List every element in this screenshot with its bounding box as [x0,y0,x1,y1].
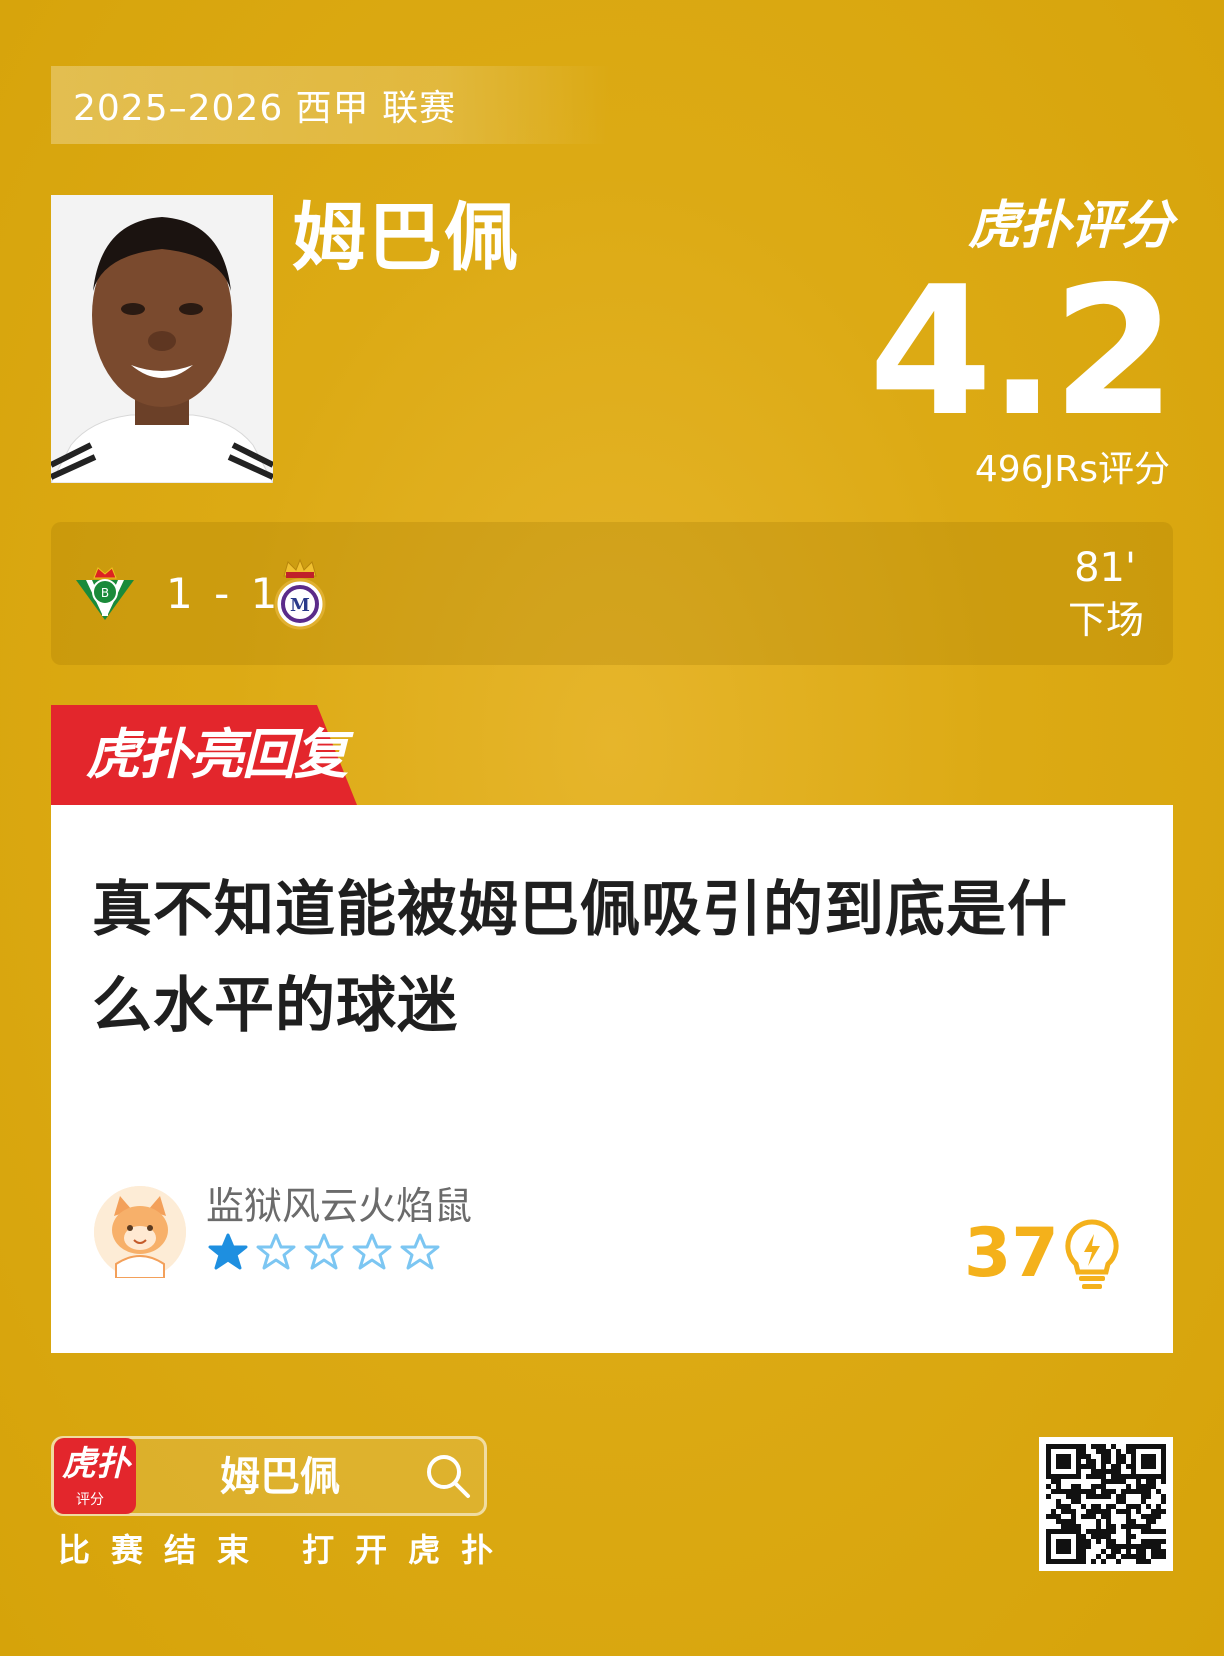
reply-text: 真不知道能被姆巴佩吸引的到底是什么水平的球迷 [92,875,1068,1041]
star-empty-icon [400,1233,440,1270]
svg-text:B: B [101,586,109,600]
like-count: 37 [964,1214,1059,1293]
open-app-cta[interactable]: 比赛结束 打开虎扑 [58,1528,514,1572]
player-photo [51,195,273,483]
user-star-rating [208,1232,440,1272]
substitution-status: 下场 [1067,598,1144,642]
home-team-badge-icon: B [72,566,138,622]
highlight-reply-label: 虎扑亮回复 [86,723,348,786]
qr-code[interactable] [1039,1437,1173,1571]
search-icon[interactable] [424,1452,472,1500]
star-empty-icon [304,1233,344,1270]
star-filled-icon [208,1233,248,1270]
player-rating-score: 4.2 [868,248,1176,455]
rating-vote-count: 496JRs评分 [974,449,1170,490]
username[interactable]: 监狱风云火焰鼠 [206,1182,472,1230]
rating-brand-logo: 虎扑评分 [967,196,1173,256]
player-name: 姆巴佩 [292,195,520,281]
hupu-app-icon-sublabel: 评分 [76,1492,104,1508]
star-empty-icon [256,1233,296,1270]
star-empty-icon [352,1233,392,1270]
away-team-badge-icon: M [272,558,328,630]
user-avatar[interactable] [94,1186,186,1279]
match-score: 1 - 1 [166,569,282,618]
search-term[interactable]: 姆巴佩 [220,1452,340,1502]
season-label: 2025–2026 西甲 联赛 [51,66,611,144]
lightbulb-like-icon[interactable] [1062,1218,1122,1290]
svg-text:M: M [290,595,310,616]
hupu-app-icon-label: 虎扑 [62,1444,130,1484]
substitution-minute: 81' [1074,545,1136,591]
